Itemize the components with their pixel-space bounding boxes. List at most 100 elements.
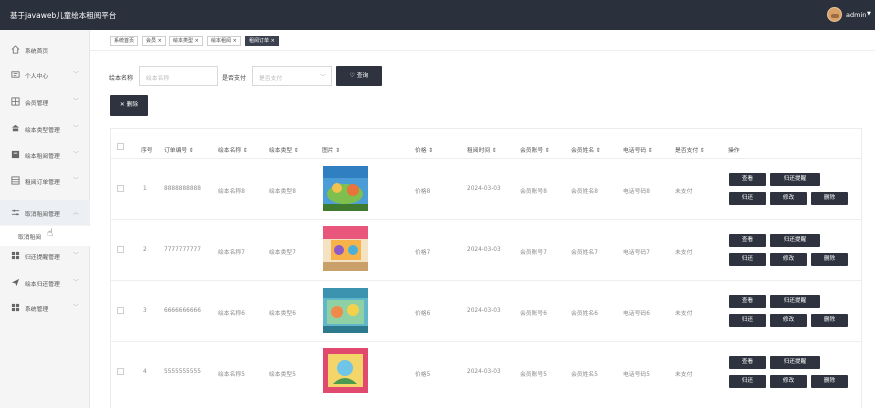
- chevron-down-icon: ﹀: [73, 280, 79, 286]
- edit-button[interactable]: 修改: [770, 253, 807, 266]
- view-button[interactable]: 查看: [729, 356, 766, 369]
- tab-members[interactable]: 会员 ×: [142, 36, 166, 46]
- member-name: 会员姓名6: [571, 311, 598, 317]
- price: 价格5: [415, 372, 431, 378]
- edit-button[interactable]: 修改: [770, 192, 807, 205]
- book-cover-image[interactable]: [323, 348, 368, 393]
- row-divider: [111, 341, 861, 342]
- edit-button[interactable]: 修改: [770, 314, 807, 327]
- sidebar-item-members[interactable]: 会员管理 ﹀: [0, 89, 90, 114]
- sidebar-item-label: 系统首页: [25, 49, 49, 55]
- sidebar: 系统首页 个人中心 ﹀ 会员管理 ﹀ 绘本类型管理 ﹀ 绘本租阅管理 ﹀ 租阅订…: [0, 30, 90, 408]
- tab-rental-orders[interactable]: 租阅订单 ×: [245, 36, 279, 46]
- return-button[interactable]: 归还: [729, 253, 766, 266]
- return-reminder-button[interactable]: 归还提醒: [770, 356, 820, 369]
- rental-date: 2024-03-03: [467, 186, 501, 192]
- row-index: 2: [143, 247, 147, 253]
- payment-status-label: 是否支付: [222, 75, 247, 82]
- return-reminder-button[interactable]: 归还提醒: [770, 234, 820, 247]
- app-title: 基于javaweb儿童绘本租阅平台: [10, 11, 117, 20]
- select-all-checkbox[interactable]: [117, 143, 124, 150]
- return-button[interactable]: 归还: [729, 375, 766, 388]
- tab-book-types[interactable]: 绘本类型 ×: [169, 36, 203, 46]
- book-type: 绘本类型6: [269, 311, 296, 317]
- column-header[interactable]: 电话号码 ⇕: [623, 145, 653, 154]
- row-checkbox[interactable]: [117, 246, 124, 253]
- book-icon: [11, 150, 20, 159]
- return-button[interactable]: 归还: [729, 192, 766, 205]
- row-checkbox[interactable]: [117, 307, 124, 314]
- row-checkbox[interactable]: [117, 368, 124, 375]
- column-header[interactable]: 会员姓名 ⇕: [571, 145, 601, 154]
- row-checkbox[interactable]: [117, 185, 124, 192]
- column-header: 序号: [141, 148, 153, 154]
- search-button[interactable]: ♡ 查询: [336, 66, 382, 86]
- column-header[interactable]: 价格 ⇕: [415, 145, 433, 154]
- user-name[interactable]: admin: [846, 11, 866, 19]
- view-button[interactable]: 查看: [729, 234, 766, 247]
- row-index: 4: [143, 369, 147, 375]
- chevron-down-icon: ﹀: [73, 72, 79, 78]
- book-cover-image[interactable]: [323, 166, 368, 211]
- chevron-down-icon: ﹀: [73, 305, 79, 311]
- heart-icon: ♡: [349, 73, 355, 79]
- book-cover-image[interactable]: [323, 288, 368, 333]
- book-type: 绘本类型7: [269, 250, 296, 256]
- member-name: 会员姓名7: [571, 250, 598, 256]
- row-divider: [111, 280, 861, 281]
- sidebar-item-book-return[interactable]: 绘本归还管理 ﹀: [0, 270, 90, 295]
- column-header[interactable]: 租阅时间 ⇕: [467, 145, 497, 154]
- payment-status: 未支付: [675, 311, 693, 317]
- sidebar-item-return-reminder[interactable]: 归还提醒管理 ﹀: [0, 243, 90, 268]
- sidebar-item-profile[interactable]: 个人中心 ﹀: [0, 62, 90, 87]
- column-header[interactable]: 是否支付 ⇕: [675, 145, 705, 154]
- payment-status-select[interactable]: 是否支付 ﹀: [252, 66, 332, 86]
- sidebar-item-cancel-rental[interactable]: 取消租阅管理 ︿: [0, 200, 90, 225]
- chevron-down-icon: ﹀: [319, 74, 326, 81]
- column-header[interactable]: 绘本类型 ⇕: [269, 145, 299, 154]
- member-account: 会员账号8: [520, 189, 547, 195]
- sidebar-item-rental-orders[interactable]: 租阅订单管理 ﹀: [0, 168, 90, 193]
- delete-button[interactable]: 删除: [811, 314, 848, 327]
- sidebar-item-book-types[interactable]: 绘本类型管理 ﹀: [0, 116, 90, 141]
- search-button-label: 查询: [356, 73, 369, 79]
- close-icon: ✕: [119, 102, 125, 108]
- apps-icon: [11, 303, 20, 312]
- caret-down-icon[interactable]: ▼: [867, 11, 871, 17]
- chevron-down-icon: ﹀: [73, 99, 79, 105]
- row-divider: [111, 219, 861, 220]
- column-header[interactable]: 会员账号 ⇕: [520, 145, 550, 154]
- delete-button[interactable]: 删除: [811, 253, 848, 266]
- sidebar-item-label: 会员管理: [25, 101, 49, 107]
- delete-button[interactable]: 删除: [811, 192, 848, 205]
- hand-pointer-icon: ☝: [47, 228, 54, 239]
- book-name-input[interactable]: 绘本名称: [139, 66, 218, 86]
- user-avatar[interactable]: [827, 7, 842, 22]
- price: 价格6: [415, 311, 431, 317]
- tab-home[interactable]: 系统首页: [110, 36, 139, 46]
- sidebar-item-book-rental[interactable]: 绘本租阅管理 ﹀: [0, 142, 90, 167]
- sidebar-item-system[interactable]: 系统管理 ﹀: [0, 295, 90, 320]
- member-name: 会员姓名5: [571, 372, 598, 378]
- column-header[interactable]: 绘本名称 ⇕: [218, 145, 248, 154]
- column-header[interactable]: 订单编号 ⇕: [164, 145, 194, 154]
- sidebar-item-label: 绘本类型管理: [25, 128, 60, 134]
- view-button[interactable]: 查看: [729, 295, 766, 308]
- return-button[interactable]: 归还: [729, 314, 766, 327]
- return-reminder-button[interactable]: 归还提醒: [770, 173, 820, 186]
- top-bar: 基于javaweb儿童绘本租阅平台 admin ▼: [0, 0, 875, 30]
- sidebar-item-home[interactable]: 系统首页: [0, 37, 90, 62]
- book-cover-image[interactable]: [323, 226, 368, 271]
- price: 价格8: [415, 189, 431, 195]
- order-number: 6666666666: [164, 308, 201, 314]
- column-header[interactable]: 图片 ⇕: [322, 145, 340, 154]
- view-button[interactable]: 查看: [729, 173, 766, 186]
- return-reminder-button[interactable]: 归还提醒: [770, 295, 820, 308]
- tab-book-rental[interactable]: 绘本租阅 ×: [207, 36, 241, 46]
- book-name: 绘本名称7: [218, 250, 245, 256]
- edit-button[interactable]: 修改: [770, 375, 807, 388]
- batch-delete-button[interactable]: ✕ 删除: [110, 95, 148, 116]
- order-number: 7777777777: [164, 247, 201, 253]
- delete-button[interactable]: 删除: [811, 375, 848, 388]
- book-name: 绘本名称5: [218, 372, 245, 378]
